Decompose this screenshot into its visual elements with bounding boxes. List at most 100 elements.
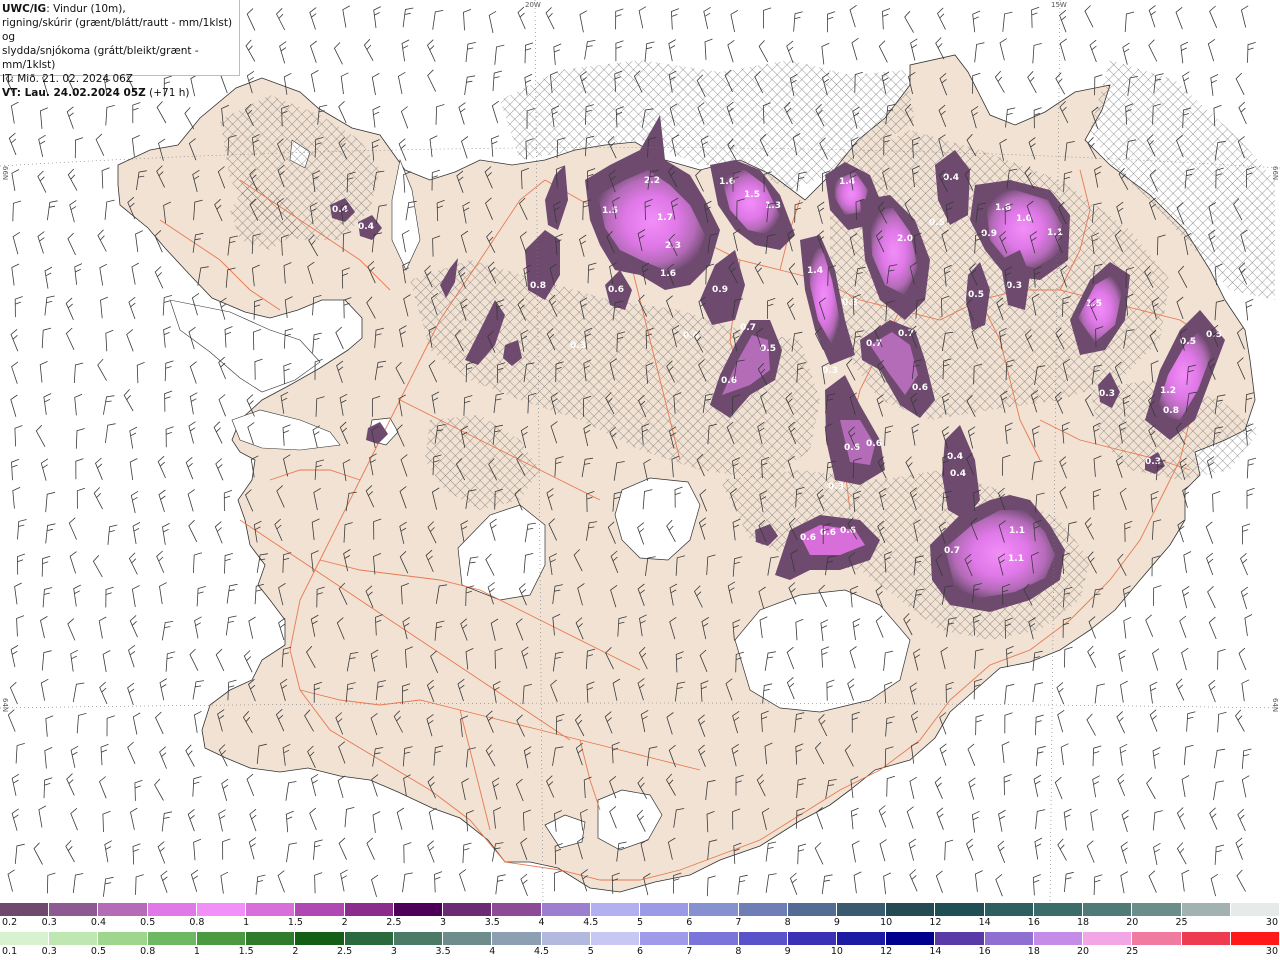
map-info-box: UWC/IG: Vindur (10m), rigning/skúrir (gr… [0,0,240,99]
precip-label: 0.8 [530,281,546,291]
legend-tick-label: 20 [1077,946,1090,957]
legend-tick-label: 3.5 [484,917,500,928]
lat-label-64n-right: 64N [1271,698,1279,713]
legend-tick-label: 12 [929,917,942,928]
legend-tick-label: 10 [830,946,843,957]
precip-label: 0.3 [842,298,858,308]
precip-label: 0.6 [608,285,624,295]
legend-swatch [0,932,50,945]
legend-tick-label: 0.1 [2,946,18,957]
precip-label: 1.5 [602,206,618,216]
legend-swatch [393,932,444,945]
legend-swatch [640,903,690,916]
lon-label-20w: 20W [525,1,541,9]
precip-label: 2.2 [644,176,660,186]
precip-label: 0.6 [912,383,928,393]
legend-tick-label: 7 [735,917,742,928]
legend-tick-label: 0.2 [2,917,18,928]
map-title-bold: UWC/IG [2,3,47,15]
legend-swatch [590,932,641,945]
legend-tick-label: 4 [538,917,545,928]
precip-label: 0.3 [1099,389,1115,399]
legend-tick-label: 3 [440,917,447,928]
legend-tick-label: 14 [929,946,942,957]
legend-swatch [1083,932,1133,945]
precip-label: 0.9 [981,229,997,239]
legend-swatch [836,903,887,916]
map-description-line-2: rigning/skúrir (grænt/blátt/rautt - mm/1… [2,17,233,43]
legend-tick-label: 0.5 [90,946,107,957]
legend-swatch [640,932,690,945]
legend-swatch [1230,932,1280,945]
legend-tick-label: 0.3 [41,946,57,957]
legend-tick-label: 2.5 [386,917,402,928]
legend-tick-label: 16 [1027,917,1040,928]
precip-label: 0.6 [844,443,860,453]
legend-swatch [738,932,788,945]
legend-tick-label: 1 [243,917,250,928]
legend-swatch [886,903,936,916]
legend-swatch [1230,903,1280,916]
precip-label: 0.6 [840,526,856,536]
rain-legend-swatches [0,932,1280,945]
legend-swatch [836,932,887,945]
precip-label: 0.5 [968,290,984,300]
legend-swatch [1132,903,1182,916]
legend-tick-label: 18 [1077,917,1090,928]
legend-swatch [246,903,296,916]
lat-label-66n-right: 66N [1271,166,1279,181]
legend-swatch [492,903,542,916]
legend-swatch [492,932,542,945]
precip-label: 1.4 [839,177,855,187]
legend-swatch [1033,903,1084,916]
legend-tick-label: 7 [686,946,693,957]
legend-swatch [147,903,197,916]
legend-swatch [295,932,345,945]
valid-time-offset: (+71 h) [145,87,190,99]
lat-label-64n-left: 64N [1,698,9,713]
precip-label: 0.9 [712,285,728,295]
legend-swatch [984,903,1034,916]
legend-tick-label: 14 [978,917,991,928]
legend-tick-label: 0.8 [140,946,156,957]
rain-legend-ticks: 0.1 0.3 0.5 0.8 1 1.5 2 2.5 3 3.5 4 4.5 5 6 7 8 9 10 12 14 1… [0,946,1280,958]
legend-swatch [246,932,296,945]
precip-label: 0.4 [943,173,959,183]
legend-tick-label: 8 [735,946,742,957]
legend-swatch [98,932,148,945]
precip-label: 0.5 [929,218,945,228]
legend-swatch [49,903,99,916]
legend-tick-label: 18 [1027,946,1040,957]
snow-legend-ticks: 0.2 0.3 0.4 0.5 0.8 1 1.5 2 2.5 3 3.5 4 4.5 5 6 7 8 9 10 12… [0,917,1280,929]
legend-swatch [1181,932,1231,945]
precip-label: 0.4 [358,222,374,232]
precip-label: 0.6 [800,533,816,543]
precip-label: 0.3 [570,341,586,351]
precip-label: 1.6 [719,177,735,187]
legend-swatch [738,903,788,916]
legend-swatch [590,903,641,916]
precip-label: 0.4 [683,331,699,341]
map-description-line-3: slydda/snjókoma (grátt/bleikt/grænt - mm… [2,45,199,71]
weather-map: 1.5 2.2 1.7 2.3 1.6 1.6 1.5 1.3 1.4 2.0 … [0,0,1280,903]
legend-tick-label: 1.5 [287,917,303,928]
legend-tick-label: 16 [978,946,991,957]
precip-label: 0.7 [740,323,756,333]
map-title-rest: : Vindur (10m), [46,3,126,15]
legend-tick-label: 12 [880,946,893,957]
legend-swatch [147,932,197,945]
precip-label: 0.3 [822,366,838,376]
legend-swatch [984,932,1034,945]
legend-tick-label: 1 [193,946,200,957]
precip-label: 1.0 [1016,214,1032,224]
legend-tick-label: 4 [489,946,496,957]
rain-legend: 0.1 0.3 0.5 0.8 1 1.5 2 2.5 3 3.5 4 4.5 5 6 7 8 9 10 12 14 1… [0,932,1280,960]
legend-tick-label: 3.5 [435,946,451,957]
precip-label: 0.8 [1163,406,1179,416]
precip-label: 1.6 [995,203,1011,213]
legend-tick-label: 25 [1126,946,1139,957]
legend-tick-label: 0.4 [90,917,107,928]
initial-time: IT: Mið. 21. 02. 2024 06Z [2,73,133,85]
legend-tick-label: 4.5 [583,917,599,928]
legend-tick-label: 5 [587,946,594,957]
